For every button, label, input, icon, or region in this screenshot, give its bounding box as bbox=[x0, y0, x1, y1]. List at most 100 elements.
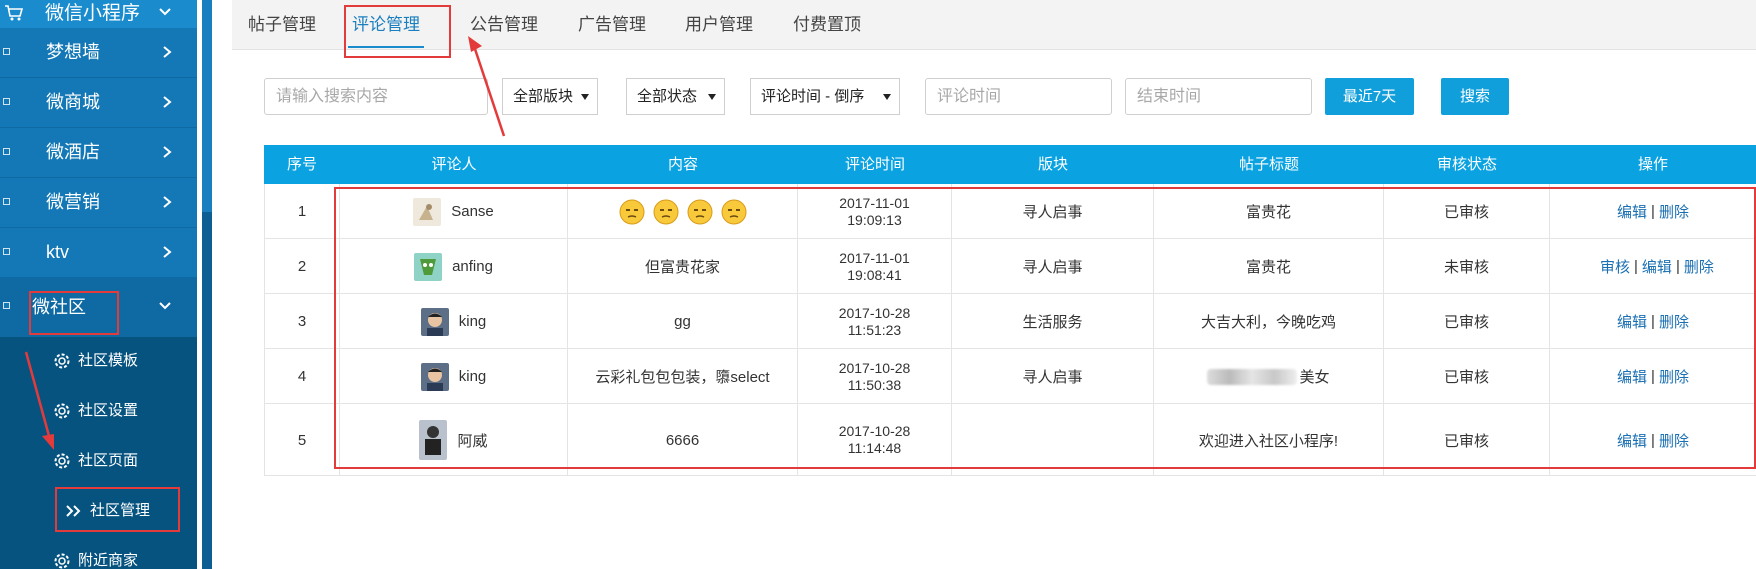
sidebar-item-mall[interactable]: 微商城 bbox=[0, 78, 197, 128]
chevron-right-icon bbox=[163, 146, 172, 158]
sub-item-nearby-merchants[interactable]: 附近商家 bbox=[0, 537, 197, 569]
tab-comments[interactable]: 评论管理 bbox=[344, 0, 428, 50]
cell-index: 4 bbox=[264, 349, 340, 404]
search-button[interactable]: 搜索 bbox=[1441, 78, 1509, 115]
sidebar-item-community[interactable]: 微社区 bbox=[0, 278, 197, 337]
tree-node-icon bbox=[3, 48, 10, 55]
cell-index: 2 bbox=[264, 239, 340, 294]
caret-down-icon bbox=[581, 94, 589, 100]
double-chevron-right-icon bbox=[66, 505, 81, 517]
delete-link[interactable]: 删除 bbox=[1684, 256, 1714, 277]
tab-label: 广告管理 bbox=[578, 15, 646, 34]
section-select-value: 全部版块 bbox=[513, 88, 574, 105]
tab-ads[interactable]: 广告管理 bbox=[570, 0, 654, 50]
sub-item-label: 社区管理 bbox=[90, 502, 151, 519]
chevron-down-icon bbox=[159, 302, 171, 310]
cell-review-status: 已审核 bbox=[1384, 184, 1550, 239]
sidebar-scrollbar[interactable] bbox=[202, 0, 212, 569]
cell-actions: 编辑 | 删除 bbox=[1550, 349, 1756, 404]
column-header-content: 内容 bbox=[667, 156, 698, 173]
cell-review-status: 未审核 bbox=[1384, 239, 1550, 294]
main-content: 帖子管理 评论管理 公告管理 广告管理 用户管理 付费置顶 全部版块 全部状态 … bbox=[232, 0, 1756, 569]
cell-actions: 审核 | 编辑 | 删除 bbox=[1550, 239, 1756, 294]
cell-content: 6666 bbox=[568, 404, 798, 476]
sidebar-item-ktv[interactable]: ktv bbox=[0, 228, 197, 278]
tab-announcements[interactable]: 公告管理 bbox=[462, 0, 546, 50]
table-row: 1 Sanse 2017-11-01 19:09:13 寻人启事 富贵花 已审核… bbox=[264, 184, 1756, 239]
chevron-down-icon bbox=[159, 8, 171, 16]
tab-posts[interactable]: 帖子管理 bbox=[240, 0, 324, 50]
cell-content: gg bbox=[568, 294, 798, 349]
search-input[interactable] bbox=[264, 78, 488, 115]
tab-bar: 帖子管理 评论管理 公告管理 广告管理 用户管理 付费置顶 bbox=[232, 0, 1756, 50]
comment-time: 11:51:23 bbox=[847, 321, 902, 338]
commenter-name: 阿威 bbox=[457, 432, 488, 450]
sidebar-header-title: 微信小程序 bbox=[45, 3, 141, 24]
table-row: 4 king 云彩礼包包包装，隳select 2017-10-28 11:50:… bbox=[264, 349, 1756, 404]
gear-icon bbox=[54, 453, 70, 469]
sidebar-header[interactable]: 微信小程序 bbox=[0, 0, 197, 28]
sub-item-community-management[interactable]: 社区管理 bbox=[0, 487, 197, 537]
gear-icon bbox=[54, 403, 70, 419]
status-select[interactable]: 全部状态 bbox=[626, 78, 725, 115]
cell-post-title: 富贵花 bbox=[1154, 239, 1384, 294]
sidebar-item-marketing[interactable]: 微营销 bbox=[0, 178, 197, 228]
cell-section bbox=[952, 404, 1154, 476]
avatar bbox=[420, 307, 449, 336]
edit-link[interactable]: 编辑 bbox=[1617, 201, 1647, 222]
edit-link[interactable]: 编辑 bbox=[1642, 256, 1672, 277]
end-time-input[interactable] bbox=[1125, 78, 1312, 115]
sort-select[interactable]: 评论时间 - 倒序 bbox=[750, 78, 900, 115]
comment-date: 2017-11-01 bbox=[839, 194, 910, 211]
avatar bbox=[413, 197, 442, 226]
sub-item-community-template[interactable]: 社区模板 bbox=[0, 337, 197, 387]
redacted-text bbox=[1207, 368, 1298, 385]
delete-link[interactable]: 删除 bbox=[1659, 311, 1689, 332]
cell-post-title: 美女 bbox=[1154, 349, 1384, 404]
sidebar-item-dream-wall[interactable]: 梦想墙 bbox=[0, 28, 197, 78]
comment-date: 2017-10-28 bbox=[838, 359, 911, 376]
separator: | bbox=[1651, 203, 1655, 220]
smirk-emoji-icon bbox=[687, 199, 712, 224]
delete-link[interactable]: 删除 bbox=[1659, 366, 1689, 387]
tab-label: 帖子管理 bbox=[248, 15, 316, 34]
chevron-right-icon bbox=[163, 246, 172, 258]
edit-link[interactable]: 编辑 bbox=[1617, 430, 1647, 451]
comment-date: 2017-10-28 bbox=[838, 304, 911, 321]
sidebar-item-label: ktv bbox=[46, 242, 70, 262]
delete-link[interactable]: 删除 bbox=[1659, 430, 1689, 451]
filter-bar: 全部版块 全部状态 评论时间 - 倒序 最近7天 搜索 bbox=[232, 78, 1756, 118]
sub-item-label: 社区模板 bbox=[78, 352, 139, 369]
community-submenu: 社区模板 社区设置 社区页面 社区管理 附近商家 bbox=[0, 337, 197, 569]
sidebar-item-hotel[interactable]: 微酒店 bbox=[0, 128, 197, 178]
last-7-days-button[interactable]: 最近7天 bbox=[1325, 78, 1414, 115]
edit-link[interactable]: 编辑 bbox=[1617, 311, 1647, 332]
chevron-right-icon bbox=[163, 196, 172, 208]
cell-section: 寻人启事 bbox=[952, 184, 1154, 239]
tab-label: 付费置顶 bbox=[793, 15, 861, 34]
tab-paid-top[interactable]: 付费置顶 bbox=[785, 0, 869, 50]
cell-section: 寻人启事 bbox=[952, 239, 1154, 294]
tab-label: 评论管理 bbox=[352, 15, 420, 34]
delete-link[interactable]: 删除 bbox=[1659, 201, 1689, 222]
separator: | bbox=[1634, 258, 1638, 275]
tab-users[interactable]: 用户管理 bbox=[677, 0, 761, 50]
separator: | bbox=[1651, 431, 1655, 449]
section-select[interactable]: 全部版块 bbox=[502, 78, 598, 115]
sub-item-community-page[interactable]: 社区页面 bbox=[0, 437, 197, 487]
scrollbar-thumb[interactable] bbox=[202, 212, 212, 569]
sort-select-value: 评论时间 - 倒序 bbox=[761, 88, 865, 105]
start-time-input[interactable] bbox=[925, 78, 1112, 115]
sub-item-community-settings[interactable]: 社区设置 bbox=[0, 387, 197, 437]
cell-post-title: 富贵花 bbox=[1154, 184, 1384, 239]
cell-commenter: king bbox=[340, 294, 568, 349]
column-header-comment-time: 评论时间 bbox=[844, 156, 905, 173]
audit-link[interactable]: 审核 bbox=[1600, 256, 1630, 277]
edit-link[interactable]: 编辑 bbox=[1617, 366, 1647, 387]
cell-index: 3 bbox=[264, 294, 340, 349]
cell-actions: 编辑 | 删除 bbox=[1550, 404, 1756, 476]
cell-comment-time: 2017-10-28 11:50:38 bbox=[798, 349, 952, 404]
smirk-emoji-icon bbox=[619, 199, 644, 224]
comment-time: 19:09:13 bbox=[847, 211, 902, 228]
column-header-review-status: 审核状态 bbox=[1436, 156, 1497, 173]
